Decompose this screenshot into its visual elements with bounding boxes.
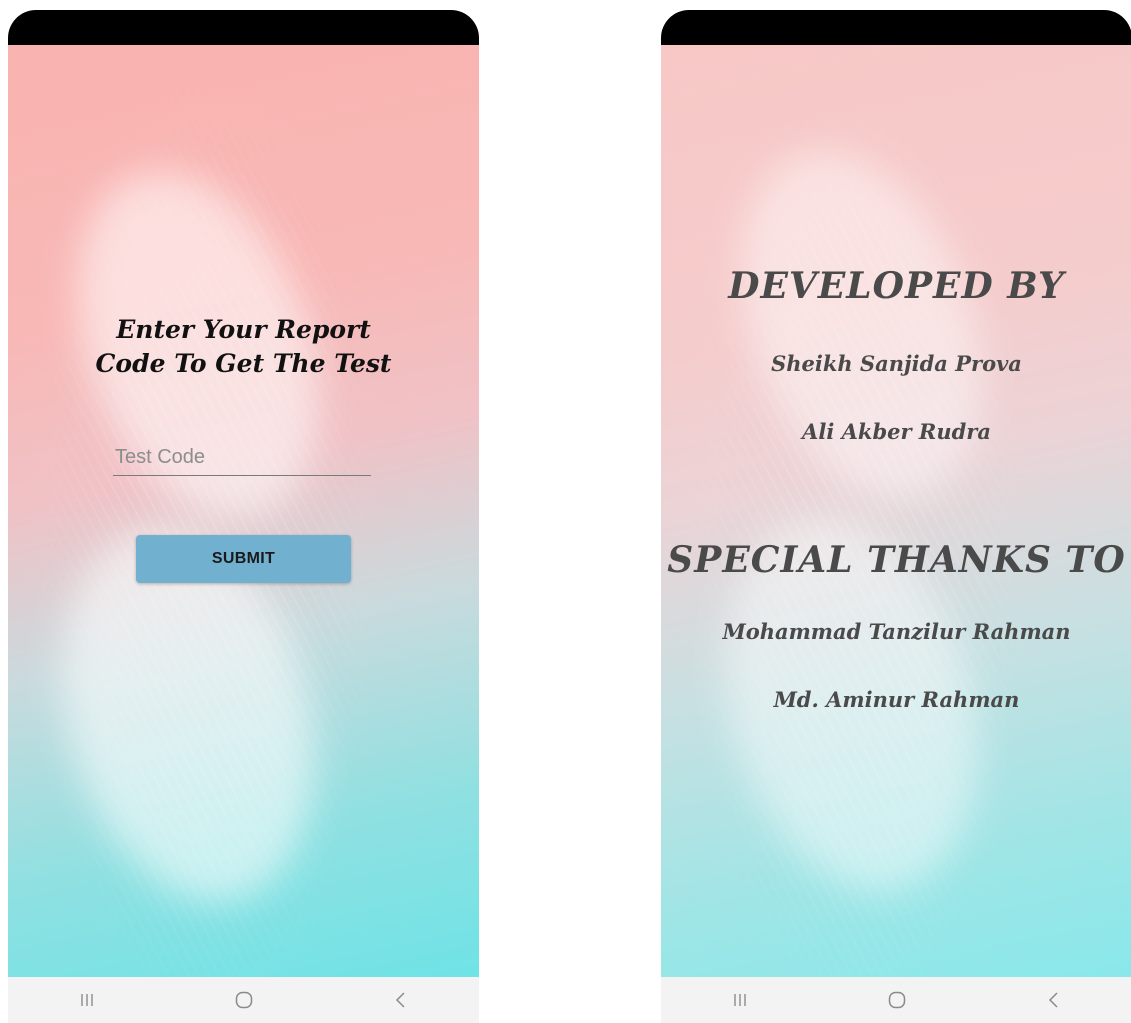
thanks-name: Md. Aminur Rahman	[773, 687, 1020, 712]
credits-screen: DEVELOPED BY Sheikh Sanjida Prova Ali Ak…	[661, 45, 1131, 977]
submit-button[interactable]: SUBMIT	[136, 535, 351, 583]
navigation-bar	[8, 977, 479, 1023]
cloud-streaks	[8, 45, 479, 977]
phone-report-code: Enter Your Report Code To Get The Test S…	[8, 10, 479, 1023]
recent-apps-icon[interactable]	[710, 980, 770, 1020]
thanks-name: Mohammad Tanzilur Rahman	[722, 619, 1071, 644]
report-code-screen: Enter Your Report Code To Get The Test S…	[8, 45, 479, 977]
developed-by-heading: DEVELOPED BY	[728, 265, 1065, 307]
status-bar	[8, 10, 479, 45]
back-icon[interactable]	[371, 980, 431, 1020]
phone-credits: DEVELOPED BY Sheikh Sanjida Prova Ali Ak…	[661, 10, 1131, 1023]
back-icon[interactable]	[1024, 980, 1084, 1020]
home-icon[interactable]	[214, 980, 274, 1020]
developer-name: Ali Akber Rudra	[802, 419, 991, 444]
navigation-bar	[661, 977, 1131, 1023]
special-thanks-heading: SPECIAL THANKS TO	[667, 539, 1126, 581]
status-bar	[661, 10, 1131, 45]
test-code-input[interactable]	[113, 440, 371, 476]
developer-name: Sheikh Sanjida Prova	[771, 351, 1022, 376]
home-icon[interactable]	[867, 980, 927, 1020]
report-code-prompt: Enter Your Report Code To Get The Test	[95, 315, 392, 378]
recent-apps-icon[interactable]	[57, 980, 117, 1020]
cloud-streaks	[661, 45, 1131, 977]
